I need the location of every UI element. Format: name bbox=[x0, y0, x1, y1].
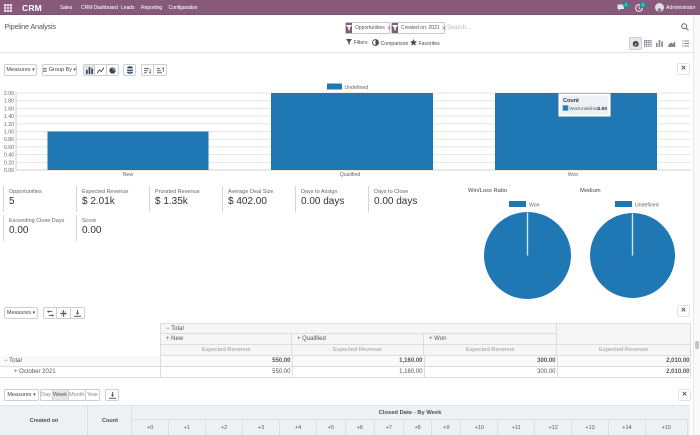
svg-text:0.80: 0.80 bbox=[4, 137, 14, 143]
svg-text:Qualified: Qualified bbox=[340, 172, 361, 178]
svg-text:1.80: 1.80 bbox=[4, 99, 14, 105]
svg-text:Count: Count bbox=[563, 98, 579, 104]
svg-text:2.00: 2.00 bbox=[598, 106, 608, 112]
svg-text:New: New bbox=[123, 172, 134, 178]
svg-text:0.00: 0.00 bbox=[4, 168, 14, 174]
svg-text:Won: Won bbox=[529, 203, 540, 209]
svg-text:Won/Undefined: Won/Undefined bbox=[570, 106, 600, 111]
svg-text:0.60: 0.60 bbox=[4, 145, 14, 151]
svg-text:1.20: 1.20 bbox=[4, 122, 14, 128]
svg-text:Win/Loss Ratio: Win/Loss Ratio bbox=[468, 188, 507, 194]
svg-text:Medium: Medium bbox=[580, 188, 601, 194]
svg-text:0.40: 0.40 bbox=[4, 153, 14, 159]
svg-text:Undefined: Undefined bbox=[345, 85, 369, 91]
svg-text:1.00: 1.00 bbox=[4, 130, 14, 136]
svg-text:Undefined: Undefined bbox=[635, 203, 659, 209]
svg-text:0.20: 0.20 bbox=[4, 160, 14, 166]
svg-text:Won: Won bbox=[568, 172, 579, 178]
svg-text:1.60: 1.60 bbox=[4, 106, 14, 112]
svg-text:2.00: 2.00 bbox=[4, 91, 14, 97]
svg-text:1.40: 1.40 bbox=[4, 114, 14, 120]
